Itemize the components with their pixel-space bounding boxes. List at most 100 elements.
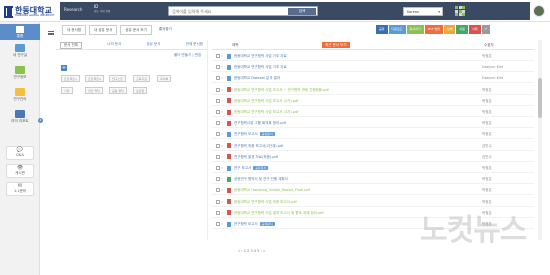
star-icon[interactable]: ☆ [221,88,224,92]
sidebar-item-research-manage[interactable]: 연구관리 [4,88,36,102]
document-title[interactable]: 공동연구 협약서 및 연구 진행 계획서 [234,177,288,182]
inquiry-button[interactable]: ✉ 1:1문의 [6,182,34,196]
folder-tab-box[interactable]: 전체 문서함 [186,42,203,49]
star-icon[interactable]: ☆ [221,166,224,170]
row-checkbox[interactable] [216,199,220,204]
row-checkbox[interactable] [216,222,220,226]
table-row[interactable]: ☆ 한동대학교 Dataset 분석 결과 Daeyun Kim [212,74,534,84]
row-checkbox[interactable] [216,65,220,70]
row-checkbox[interactable] [216,177,220,182]
table-row[interactable]: ☆ 연구협력 최종 보고서(2단계).pdf 김민수 [212,142,534,151]
action-button[interactable]: 복사하기 [406,25,424,34]
document-title[interactable]: 한동대학교 연구협력 사업 기초 자료 [234,65,287,70]
action-button[interactable]: 다운로드 [388,25,406,34]
row-checkbox[interactable] [216,98,220,103]
star-icon[interactable]: ☆ [221,177,224,181]
folder-button[interactable]: 프로젝트1 [61,75,80,82]
sidebar-item-research-info[interactable]: 연구정보 [4,66,36,80]
table-row[interactable]: ☆ 한동대학교 Handong_Global_Report_Final.pdf 박정… [212,186,534,196]
sidebar-item-my-report[interactable]: 마이 리포트 [4,110,36,124]
search-button[interactable]: 검색 [288,8,316,15]
university-logo[interactable]: 한동대학교 HANDONG GLOBAL UNIVERSITY [4,4,56,19]
document-title[interactable]: 연구협력 보고서 공유문서 [234,222,275,227]
action-button[interactable]: 이동 [456,25,469,34]
table-row[interactable]: ☆ 한동대학교 연구협력 사업 기초 자료 Daeyun Kim [212,63,534,73]
folder-tab-shared[interactable]: 공유 문서 [147,42,161,49]
recent-docs-button[interactable]: 최근 문서 보기 [322,42,350,48]
folder-button[interactable]: 공동 폴더 [109,87,127,94]
folder-button[interactable]: 교육자료 [133,75,151,82]
row-checkbox[interactable] [216,110,220,114]
sidebar-item-lab[interactable]: 내 연구실 [4,44,36,58]
document-title[interactable]: 한동대학교 Dataset 분석 결과 [234,76,280,81]
document-title[interactable]: 한동대학교 연구협력 사업 결과 보고서 및 향후 과제 정리.pdf [234,211,324,216]
folder-button[interactable]: 연구노트 [109,75,127,82]
action-button[interactable]: 인쇄 [443,25,456,34]
document-title[interactable]: 연구협력 발표 자료(최종).pdf [234,155,278,160]
table-row[interactable]: ☆ 연구협력 보고서 공유문서 박정은 [212,130,534,140]
star-icon[interactable]: ☆ [221,65,224,69]
scrollbar-track[interactable] [538,40,542,240]
folder-tab-all[interactable]: 문서 전체 [60,42,82,49]
star-icon[interactable]: ☆ [221,132,224,136]
folder-button[interactable]: 기타 [61,87,73,94]
document-title[interactable]: 한동대학교 연구협력 사업 보고서 (3차).pdf [234,110,299,115]
table-row[interactable]: ☆ 공동연구 협약서 및 연구 진행 계획서 박정은 [212,175,534,185]
table-row[interactable]: ☆ 한동대학교 연구협력 사업 보고서 (3차).pdf 박정은 [212,108,534,117]
sidebar-item-home[interactable]: 통합 [0,24,40,40]
table-row[interactable]: ☆ 연구협력 발표 자료(최종).pdf 김민수 [212,153,534,162]
hamburger-menu-icon[interactable] [48,31,54,35]
star-icon[interactable]: ☆ [221,76,224,80]
table-row[interactable]: ☆ 한동대학교 연구협력 사업 기초 자료 박정은 [212,52,534,61]
table-row[interactable]: ☆ 연구협력사업 그룹 회의록 정리.pdf 박정은 [212,119,534,129]
action-button[interactable]: PDF 변환 [424,25,443,34]
document-title[interactable]: 한동대학교 연구협력 사업 최종 보고서.pdf [234,200,297,205]
row-checkbox[interactable] [216,154,220,159]
document-title[interactable]: 연구협력 보고서 공유문서 [234,132,275,137]
pagination[interactable]: « ‹ 1 2 3 4 5 › » [238,249,265,253]
avatar[interactable] [533,5,545,17]
star-icon[interactable]: ☆ [221,99,224,103]
tab-shared-view[interactable]: 공유 문서 보기 [120,25,152,35]
star-icon[interactable]: ☆ [221,121,224,125]
document-title[interactable]: 한동대학교 연구협력 사업 보고서 (2차).pdf [234,99,299,104]
table-row[interactable]: ☆ 연구 보고서 공유문서 박정은 [212,164,534,173]
search-input[interactable] [169,7,287,15]
app-grid-icon[interactable] [455,6,465,16]
tab-my-shared[interactable]: 내 공유 문서 [89,25,118,35]
table-row[interactable]: ☆ 한동대학교 연구협력 사업 보고서 ~ 연구협력 과제 진행현황.pdf 박정은 [212,86,534,95]
action-button[interactable]: 삭제 [469,25,481,34]
tab-favorites[interactable]: 즐겨찾기 [155,25,176,35]
language-select[interactable]: Korean ▾ [403,7,443,16]
document-title[interactable]: 연구협력 최종 보고서(2단계).pdf [234,144,283,149]
document-title[interactable]: 연구 보고서 공유문서 [234,166,269,171]
tab-my-docs[interactable]: 내 문서함 [62,25,86,35]
row-checkbox[interactable] [216,87,220,92]
action-button[interactable]: ↺ [481,25,491,34]
document-title[interactable]: 연구협력사업 그룹 회의록 정리.pdf [234,121,286,126]
folder-button[interactable]: 보관함 [133,87,148,94]
qna-button[interactable]: 💬 Q&A [6,146,34,160]
document-title[interactable]: 한동대학교 연구협력 사업 보고서 ~ 연구협력 과제 진행현황.pdf [234,88,329,93]
row-checkbox[interactable] [216,54,220,58]
star-icon[interactable]: ☆ [221,211,224,215]
star-icon[interactable]: ☆ [221,155,224,159]
scrollbar-thumb[interactable] [538,78,542,118]
star-icon[interactable]: ☆ [221,110,224,114]
folder-button[interactable]: 프로젝트2 [85,75,104,82]
folder-button[interactable]: 회의록 [157,75,172,82]
document-title[interactable]: 한동대학교 연구협력 사업 기초 자료 [234,54,287,59]
row-checkbox[interactable] [216,210,220,215]
row-checkbox[interactable] [216,166,220,170]
star-icon[interactable]: ☆ [221,144,224,148]
row-checkbox[interactable] [216,188,220,193]
star-icon[interactable]: ☆ [221,200,224,204]
add-folder-button[interactable]: + [61,65,67,71]
star-icon[interactable]: ☆ [221,188,224,192]
table-row[interactable]: ☆ 한동대학교 연구협력 사업 보고서 (2차).pdf 박정은 [212,97,534,106]
row-checkbox[interactable] [216,143,220,148]
action-button[interactable]: 공유 [376,25,388,34]
document-title[interactable]: 한동대학교 Handong_Global_Report_Final.pdf [234,188,310,193]
folder-button[interactable]: 개인 폴더 [85,87,103,94]
star-icon[interactable]: ☆ [221,222,224,226]
